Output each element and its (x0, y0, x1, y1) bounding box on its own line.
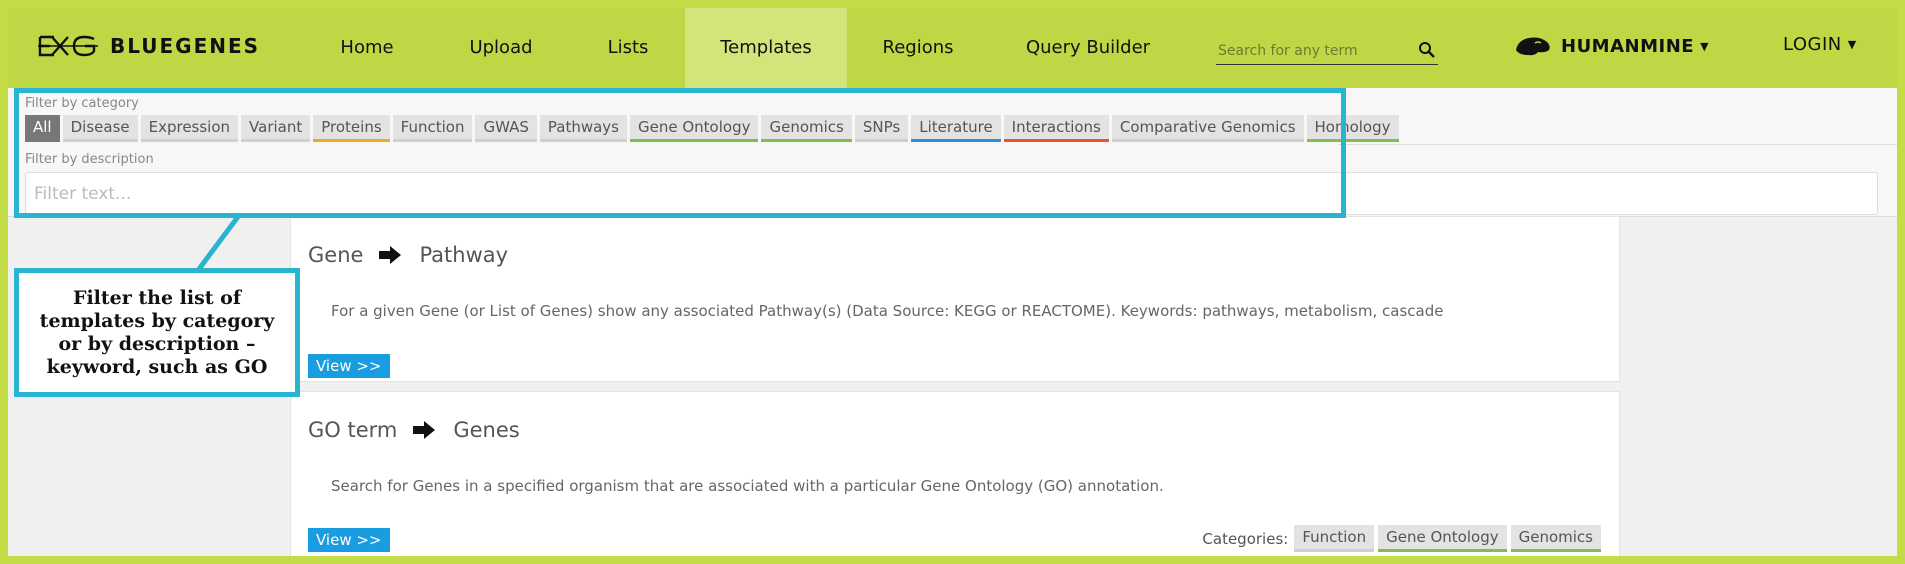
category-filter-all[interactable]: All (25, 115, 60, 142)
nav-templates[interactable]: Templates (685, 8, 847, 88)
template-description: For a given Gene (or List of Genes) show… (331, 302, 1444, 320)
mine-label: HUMANMINE (1561, 35, 1695, 57)
template-filters: Filter by category All Disease Expression V… (8, 88, 1897, 217)
app-frame: BLUEGENES Home Upload Lists Templates Re… (8, 8, 1897, 556)
category-filter-function[interactable]: Function (392, 115, 473, 142)
category-filter-genomics[interactable]: Genomics (761, 115, 852, 142)
login-label: LOGIN (1783, 34, 1842, 55)
navbar: BLUEGENES Home Upload Lists Templates Re… (8, 8, 1897, 88)
category-filter-comparative-genomics[interactable]: Comparative Genomics (1111, 115, 1304, 142)
category-filter-pathways[interactable]: Pathways (539, 115, 627, 142)
arrow-right-icon (413, 421, 436, 439)
category-filter-gene-ontology[interactable]: Gene Ontology (630, 115, 759, 142)
template-to: Genes (453, 418, 520, 442)
category-filter-proteins[interactable]: Proteins (313, 115, 390, 142)
template-title[interactable]: Gene Pathway (308, 243, 508, 267)
template-title[interactable]: GO term Genes (308, 418, 520, 442)
category-filter-list: All Disease Expression Variant Proteins Funct… (25, 115, 1399, 142)
nav-home[interactable]: Home (322, 8, 412, 88)
search-icon[interactable] (1418, 41, 1436, 59)
chevron-down-icon: ▼ (1700, 39, 1709, 53)
bluegenes-logo-icon (38, 35, 98, 57)
brand-logo[interactable]: BLUEGENES (38, 33, 260, 59)
human-head-icon (1516, 37, 1550, 56)
category-filter-expression[interactable]: Expression (140, 115, 239, 142)
category-filter-interactions[interactable]: Interactions (1003, 115, 1109, 142)
mine-selector[interactable]: HUMANMINE ▼ (1513, 34, 1709, 58)
template-description: Search for Genes in a specified organism… (331, 477, 1164, 495)
template-categories: Categories: Function Gene Ontology Genom… (1202, 525, 1601, 552)
category-badge-function[interactable]: Function (1294, 525, 1375, 552)
template-to: Pathway (419, 243, 509, 267)
filter-category-label: Filter by category (25, 96, 139, 111)
nav-regions[interactable]: Regions (868, 8, 968, 88)
category-filter-variant[interactable]: Variant (241, 115, 311, 142)
nav-upload[interactable]: Upload (451, 8, 551, 88)
category-filter-gwas[interactable]: GWAS (475, 115, 537, 142)
description-filter-input[interactable] (26, 173, 1877, 214)
category-filter-literature[interactable]: Literature (911, 115, 1001, 142)
template-from: Gene (308, 243, 364, 267)
view-template-button[interactable]: View >> (308, 354, 390, 378)
nav-query-builder[interactable]: Query Builder (1013, 8, 1163, 88)
nav-lists[interactable]: Lists (588, 8, 668, 88)
template-from: GO term (308, 418, 398, 442)
category-badge-genomics[interactable]: Genomics (1510, 525, 1601, 552)
view-template-button[interactable]: View >> (308, 528, 390, 552)
divider (1338, 144, 1897, 145)
template-card: GO term Genes Search for Genes in a spec… (290, 391, 1620, 556)
category-filter-snps[interactable]: SNPs (854, 115, 909, 142)
template-card: Gene Pathway For a given Gene (or List o… (290, 216, 1620, 382)
chevron-down-icon: ▼ (1847, 38, 1857, 51)
filter-description-label: Filter by description (25, 152, 154, 167)
description-filter-field[interactable] (25, 172, 1878, 215)
categories-label: Categories: (1202, 529, 1289, 548)
category-filter-disease[interactable]: Disease (62, 115, 138, 142)
annotation-callout: Filter the list of templates by category… (14, 268, 300, 397)
category-filter-homology[interactable]: Homology (1306, 115, 1399, 142)
arrow-right-icon (379, 246, 402, 264)
brand-name: BLUEGENES (110, 34, 261, 58)
login-button[interactable]: LOGIN ▼ (1783, 34, 1857, 55)
category-badge-gene-ontology[interactable]: Gene Ontology (1378, 525, 1507, 552)
global-search[interactable]: Search for any term (1216, 40, 1438, 65)
search-input[interactable]: Search for any term (1218, 43, 1358, 59)
